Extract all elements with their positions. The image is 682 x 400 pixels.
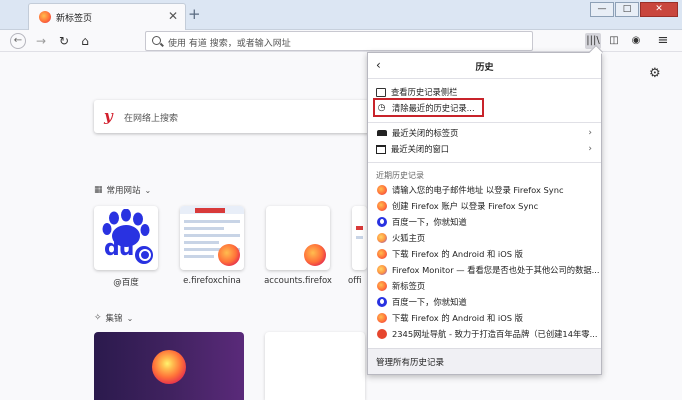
highlights-label: 集锦 bbox=[105, 314, 123, 324]
tile-label: offi bbox=[348, 276, 362, 286]
history-entry-label: 新标签页 bbox=[392, 281, 426, 291]
tab-new-tab[interactable]: 新标签页 ✕ bbox=[28, 3, 186, 30]
history-entry-label: 请输入您的电子邮件地址 以登录 Firefox Sync bbox=[392, 185, 564, 195]
firefox-icon bbox=[376, 249, 387, 260]
tab-title: 新标签页 bbox=[56, 14, 93, 24]
history-entry-label: 百度一下，你就知道 bbox=[392, 297, 467, 307]
menu-item-label: 查看历史记录侧栏 bbox=[391, 87, 458, 97]
top-site-firefoxchina[interactable] bbox=[180, 206, 244, 270]
history-entry-label: 2345网址导航 - 致力于打造百年品牌（已创建14年零... bbox=[392, 329, 598, 339]
highlight-card[interactable] bbox=[265, 332, 365, 400]
divider bbox=[368, 122, 601, 123]
history-entry[interactable]: 请输入您的电子邮件地址 以登录 Firefox Sync bbox=[368, 182, 601, 198]
highlights-header[interactable]: ✧ 集锦 ⌄ bbox=[94, 312, 133, 324]
history-entry[interactable]: 2345网址导航 - 致力于打造百年品牌（已创建14年零... bbox=[368, 326, 601, 342]
firefox-icon bbox=[39, 11, 51, 23]
history-panel-title: 历史 bbox=[475, 63, 494, 73]
site-screenshot bbox=[352, 206, 367, 270]
manage-history-button[interactable]: 管理所有历史记录 bbox=[368, 348, 601, 374]
top-site-accounts-firefox[interactable] bbox=[266, 206, 330, 270]
home-button[interactable]: ⌂ bbox=[77, 33, 93, 49]
recently-closed-windows-item[interactable]: 最近关闭的窗口 › bbox=[368, 141, 601, 157]
tab-icon bbox=[376, 128, 387, 139]
baidu-du-text: du bbox=[104, 236, 134, 261]
sparkle-icon: ✧ bbox=[94, 313, 102, 323]
baidu-search-icon bbox=[133, 244, 155, 266]
highlight-card[interactable] bbox=[94, 332, 244, 400]
baidu-icon bbox=[376, 217, 387, 228]
recent-history-label: 近期历史记录 bbox=[376, 171, 424, 180]
account-icon[interactable]: ◉ bbox=[628, 33, 644, 49]
close-window-button[interactable]: ✕ bbox=[640, 2, 678, 17]
history-panel-header: ‹ 历史 bbox=[368, 53, 601, 79]
history-entry-label: 下载 Firefox 的 Android 和 iOS 版 bbox=[392, 249, 523, 259]
firefox-icon bbox=[376, 265, 387, 276]
history-entry[interactable]: Firefox Monitor — 看看您是否也处于其他公司的数据... bbox=[368, 262, 601, 278]
maximize-button[interactable]: □ bbox=[615, 2, 639, 17]
new-tab-button[interactable]: + bbox=[188, 5, 201, 23]
firefox-icon bbox=[376, 201, 387, 212]
grid-icon: ▦ bbox=[94, 185, 103, 195]
back-button[interactable]: ← bbox=[10, 33, 26, 49]
firefox-icon bbox=[304, 244, 326, 266]
chevron-right-icon: › bbox=[588, 144, 592, 154]
top-sites-header[interactable]: ▦ 常用网站 ⌄ bbox=[94, 184, 151, 196]
history-panel: ‹ 历史 查看历史记录侧栏 ◷ 清除最近的历史记录... 最近关闭的标签页 › … bbox=[367, 44, 604, 375]
tile-label: accounts.firefox bbox=[264, 276, 332, 286]
history-entry[interactable]: 火狐主页 bbox=[368, 230, 601, 246]
url-placeholder: 使用 有道 搜索，或者输入网址 bbox=[168, 39, 291, 49]
history-entry[interactable]: 百度一下，你就知道 bbox=[368, 294, 601, 310]
history-entry-label: 下载 Firefox 的 Android 和 iOS 版 bbox=[392, 313, 523, 323]
youdao-logo-icon: y bbox=[104, 107, 113, 125]
menu-icon[interactable]: ≡ bbox=[655, 33, 671, 49]
history-entry[interactable]: 创建 Firefox 账户 以登录 Firefox Sync bbox=[368, 198, 601, 214]
history-entry-label: 百度一下，你就知道 bbox=[392, 217, 467, 227]
recently-closed-tabs-item[interactable]: 最近关闭的标签页 › bbox=[368, 125, 601, 141]
history-entry[interactable]: 下载 Firefox 的 Android 和 iOS 版 bbox=[368, 310, 601, 326]
firefox-icon bbox=[152, 350, 186, 384]
chevron-right-icon: › bbox=[588, 128, 592, 138]
divider bbox=[368, 162, 601, 163]
sidebar-icon bbox=[376, 87, 386, 97]
reload-button[interactable]: ↻ bbox=[56, 33, 72, 49]
menu-item-label: 最近关闭的窗口 bbox=[391, 144, 450, 154]
forward-button[interactable]: → bbox=[33, 33, 49, 49]
history-entry[interactable]: 百度一下，你就知道 bbox=[368, 214, 601, 230]
sidebar-icon[interactable]: ◫ bbox=[606, 33, 622, 49]
web-search-box[interactable]: y 在网络上搜索 bbox=[94, 100, 384, 133]
search-placeholder: 在网络上搜索 bbox=[124, 114, 179, 124]
firefox-icon bbox=[376, 313, 387, 324]
chevron-down-icon: ⌄ bbox=[126, 313, 134, 323]
minimize-button[interactable]: — bbox=[590, 2, 614, 17]
history-entry[interactable]: 下载 Firefox 的 Android 和 iOS 版 bbox=[368, 246, 601, 262]
firefox-icon bbox=[376, 185, 387, 196]
top-site-baidu[interactable]: du bbox=[94, 206, 158, 270]
baidu-icon bbox=[376, 297, 387, 308]
search-icon bbox=[152, 36, 161, 45]
site-2345-icon bbox=[376, 329, 387, 340]
nav-toolbar: ← → ↻ ⌂ 使用 有道 搜索，或者输入网址 |||\ ◫ ◉ ≡ bbox=[0, 30, 682, 52]
window-icon bbox=[376, 144, 386, 154]
close-tab-icon[interactable]: ✕ bbox=[168, 9, 178, 23]
tile-label: e.firefoxchina bbox=[183, 276, 241, 286]
annotation-highlight-box bbox=[373, 98, 484, 117]
history-entry[interactable]: 新标签页 bbox=[368, 278, 601, 294]
history-entry-label: Firefox Monitor — 看看您是否也处于其他公司的数据... bbox=[392, 265, 600, 275]
manage-history-label: 管理所有历史记录 bbox=[376, 357, 445, 368]
history-entry-label: 火狐主页 bbox=[392, 233, 426, 243]
tile-label: @百度 bbox=[113, 278, 139, 288]
menu-item-label: 最近关闭的标签页 bbox=[392, 128, 459, 138]
gear-icon[interactable]: ⚙ bbox=[649, 66, 661, 81]
firefox-icon bbox=[376, 281, 387, 292]
history-entry-label: 创建 Firefox 账户 以登录 Firefox Sync bbox=[392, 201, 539, 211]
title-bar: 新标签页 ✕ + — □ ✕ bbox=[0, 0, 682, 30]
top-sites-label: 常用网站 bbox=[106, 186, 141, 196]
window-controls: — □ ✕ bbox=[589, 2, 678, 17]
firefox-china-icon bbox=[376, 233, 387, 244]
firefox-icon bbox=[218, 244, 240, 266]
chevron-down-icon: ⌄ bbox=[144, 185, 152, 195]
url-bar[interactable]: 使用 有道 搜索，或者输入网址 bbox=[145, 31, 533, 51]
top-site-partial[interactable] bbox=[352, 206, 367, 270]
